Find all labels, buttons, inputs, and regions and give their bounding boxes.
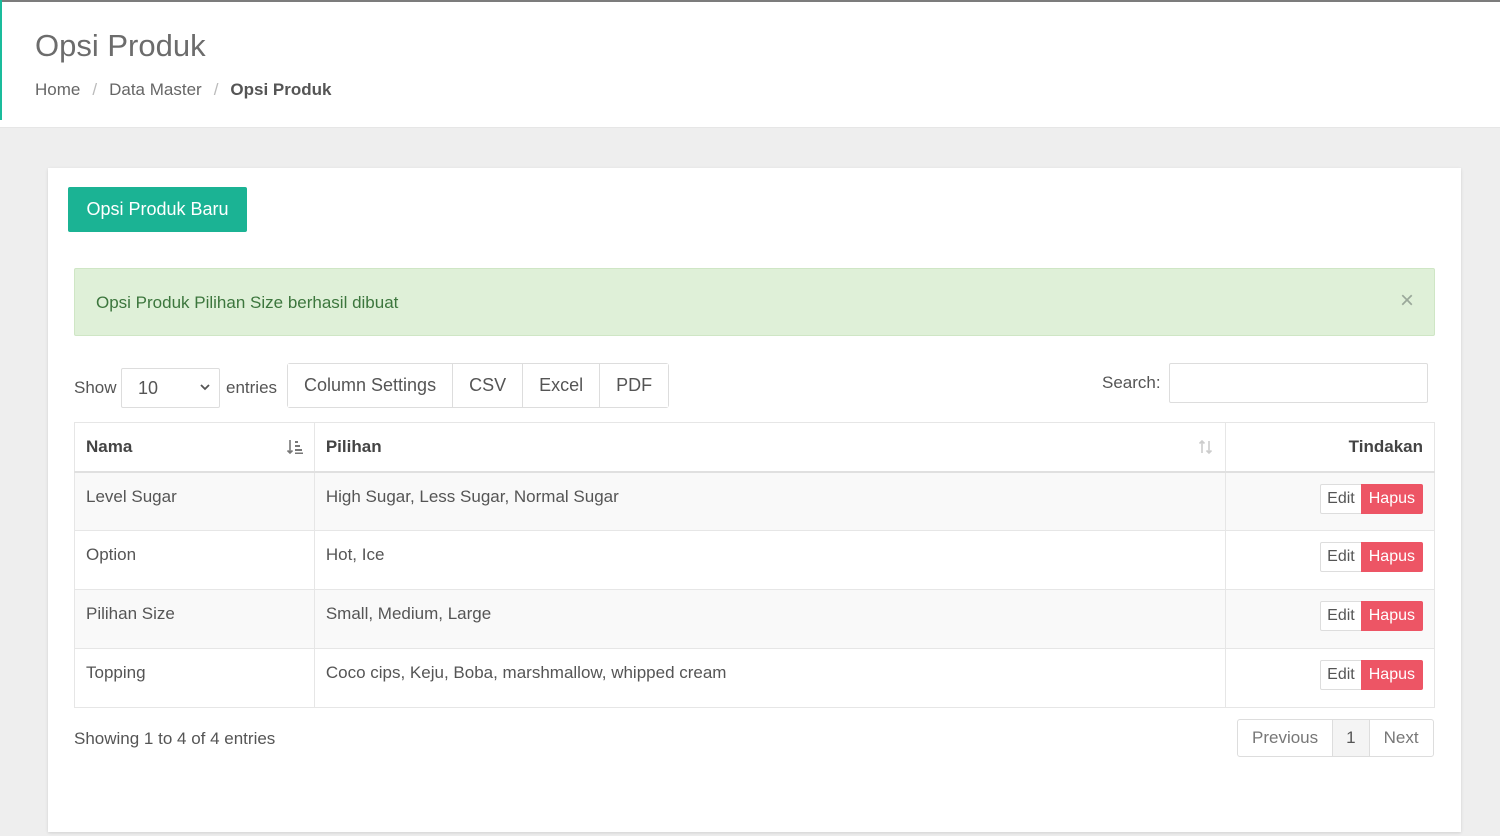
sort-icon — [1197, 438, 1215, 461]
cell-nama: Pilihan Size — [74, 589, 315, 649]
cell-pilihan: Hot, Ice — [313, 530, 1227, 590]
delete-button[interactable]: Hapus — [1360, 542, 1423, 572]
cell-nama: Level Sugar — [74, 471, 315, 531]
page-header: Opsi Produk Home / Data Master / Opsi Pr… — [0, 2, 1500, 128]
table-row: Pilihan Size Small, Medium, Large Edit Ha… — [74, 589, 1435, 649]
entries-label: entries — [226, 378, 278, 397]
content-card: Opsi Produk Baru Opsi Produk Pilihan Siz… — [48, 168, 1461, 832]
column-header-label: Nama — [86, 436, 133, 456]
edit-button[interactable]: Edit — [1320, 660, 1362, 690]
export-button-group: Column Settings CSV Excel PDF — [287, 363, 670, 408]
product-options-table: Nama Pilihan Tindakan Level Sugar High S… — [74, 422, 1435, 708]
next-page-button[interactable]: Next — [1370, 720, 1433, 756]
column-header-nama[interactable]: Nama — [74, 422, 315, 473]
column-settings-button[interactable]: Column Settings — [288, 364, 454, 407]
breadcrumb-separator: / — [213, 80, 219, 99]
delete-button[interactable]: Hapus — [1360, 483, 1423, 514]
table-row: Option Hot, Ice Edit Hapus — [74, 530, 1435, 590]
edit-button[interactable]: Edit — [1320, 601, 1362, 631]
page-length-select[interactable]: 10 — [121, 368, 220, 408]
delete-button[interactable]: Hapus — [1360, 660, 1423, 690]
table-info: Showing 1 to 4 of 4 entries — [74, 729, 276, 748]
page-length-value: 10 — [138, 377, 159, 398]
pagination: Previous 1 Next — [1237, 719, 1434, 757]
sort-amount-asc-icon — [286, 438, 304, 461]
cell-actions: Edit Hapus — [1225, 471, 1435, 531]
cell-actions: Edit Hapus — [1225, 648, 1435, 708]
csv-button[interactable]: CSV — [453, 364, 524, 407]
success-alert: Opsi Produk Pilihan Size berhasil dibuat… — [74, 268, 1435, 336]
table-header-row: Nama Pilihan Tindakan — [74, 422, 1435, 473]
table-controls: Show 10 entries Column Settings CSV Exce… — [74, 363, 1435, 409]
search-input[interactable] — [1169, 363, 1428, 403]
breadcrumb-separator: / — [92, 80, 98, 99]
cell-actions: Edit Hapus — [1225, 589, 1435, 649]
cell-pilihan: Coco cips, Keju, Boba, marshmallow, whip… — [313, 648, 1227, 708]
column-header-pilihan[interactable]: Pilihan — [313, 422, 1227, 473]
search-label: Search: — [1102, 373, 1161, 392]
accent-line — [0, 0, 2, 120]
new-product-option-button[interactable]: Opsi Produk Baru — [68, 187, 247, 232]
page-1-button[interactable]: 1 — [1333, 720, 1370, 756]
edit-button[interactable]: Edit — [1320, 542, 1362, 572]
show-label: Show — [74, 378, 117, 397]
alert-message: Opsi Produk Pilihan Size berhasil dibuat — [96, 293, 399, 312]
breadcrumb-data-master[interactable]: Data Master — [109, 80, 202, 100]
delete-button[interactable]: Hapus — [1360, 601, 1423, 631]
breadcrumb-home[interactable]: Home — [35, 80, 80, 100]
previous-page-button[interactable]: Previous — [1238, 720, 1334, 756]
page-title: Opsi Produk — [35, 28, 206, 63]
table-row: Level Sugar High Sugar, Less Sugar, Norm… — [74, 471, 1435, 531]
cell-nama: Option — [74, 530, 315, 590]
table-row: Topping Coco cips, Keju, Boba, marshmall… — [74, 648, 1435, 708]
edit-button[interactable]: Edit — [1320, 483, 1362, 514]
column-header-tindakan: Tindakan — [1225, 422, 1435, 473]
close-icon[interactable]: × — [1400, 289, 1414, 313]
breadcrumb: Home / Data Master / Opsi Produk — [35, 80, 332, 100]
chevron-down-icon — [199, 380, 211, 397]
pdf-button[interactable]: PDF — [600, 364, 669, 407]
cell-pilihan: Small, Medium, Large — [313, 589, 1227, 649]
breadcrumb-current: Opsi Produk — [230, 80, 332, 99]
cell-actions: Edit Hapus — [1225, 530, 1435, 590]
excel-button[interactable]: Excel — [523, 364, 601, 407]
column-header-label: Pilihan — [325, 436, 382, 456]
cell-pilihan: High Sugar, Less Sugar, Normal Sugar — [313, 471, 1227, 531]
cell-nama: Topping — [74, 648, 315, 708]
